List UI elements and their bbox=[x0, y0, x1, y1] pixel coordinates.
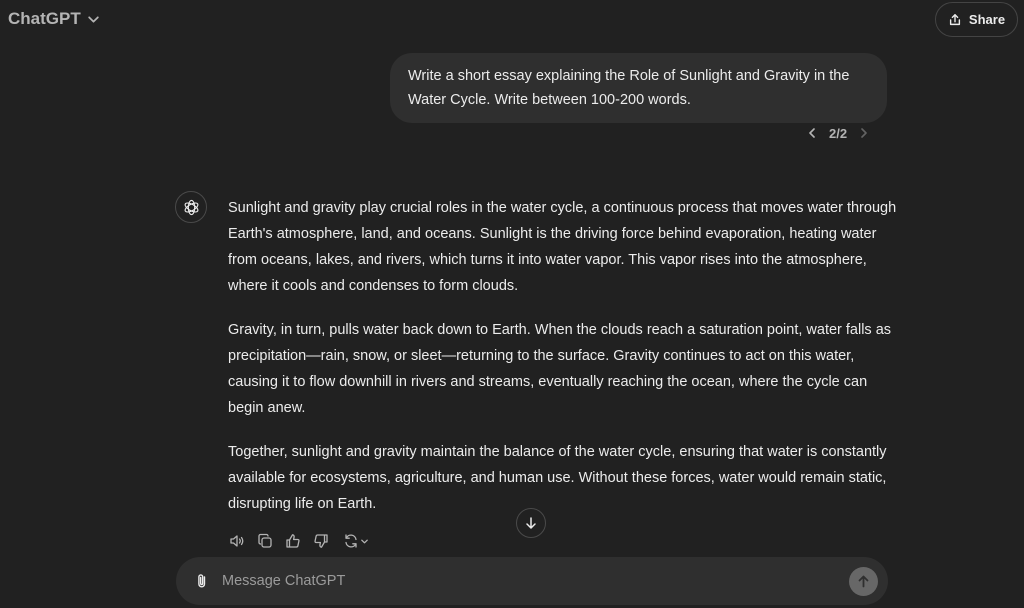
attach-button[interactable] bbox=[190, 569, 214, 593]
chevron-down-icon bbox=[361, 539, 368, 543]
read-aloud-button[interactable] bbox=[228, 532, 246, 550]
thumbs-up-button[interactable] bbox=[284, 532, 302, 550]
copy-icon bbox=[258, 533, 272, 548]
pager-label: 2/2 bbox=[829, 125, 848, 141]
previous-response-button[interactable] bbox=[805, 122, 819, 144]
model-label: ChatGPT bbox=[8, 9, 81, 28]
thumbs-up-icon bbox=[286, 534, 300, 548]
message-composer bbox=[176, 557, 888, 605]
regenerate-button[interactable] bbox=[340, 532, 372, 550]
assistant-avatar bbox=[175, 191, 207, 223]
user-message-bubble: Write a short essay explaining the Role … bbox=[390, 53, 887, 123]
chevron-left-icon bbox=[809, 128, 815, 138]
model-selector[interactable]: ChatGPT bbox=[8, 9, 100, 29]
answer-paragraph: Gravity, in turn, pulls water back down … bbox=[228, 322, 892, 416]
message-input[interactable] bbox=[222, 567, 822, 595]
chevron-down-icon bbox=[88, 15, 99, 23]
share-button[interactable]: Share bbox=[935, 2, 1018, 37]
next-response-button[interactable] bbox=[857, 122, 871, 144]
arrow-up-icon bbox=[858, 575, 869, 588]
share-label: Share bbox=[968, 12, 1006, 27]
paperclip-icon bbox=[198, 574, 206, 588]
arrow-down-icon bbox=[526, 517, 536, 529]
assistant-message: Sunlight and gravity play crucial roles … bbox=[228, 195, 898, 535]
thumbs-down-icon bbox=[314, 534, 328, 548]
chat-app: ChatGPT Share Write a short essay explai… bbox=[0, 0, 1024, 608]
message-actions bbox=[228, 532, 372, 550]
regenerate-icon bbox=[345, 534, 357, 548]
copy-button[interactable] bbox=[256, 532, 274, 550]
share-icon bbox=[949, 13, 960, 25]
read-aloud-icon bbox=[230, 535, 244, 547]
chevron-right-icon bbox=[861, 128, 867, 138]
answer-paragraph: Together, sunlight and gravity maintain … bbox=[228, 444, 887, 512]
answer-paragraph: Sunlight and gravity play crucial roles … bbox=[228, 200, 897, 294]
scroll-to-bottom-button[interactable] bbox=[516, 508, 546, 538]
thumbs-down-button[interactable] bbox=[312, 532, 330, 550]
send-button[interactable] bbox=[849, 567, 878, 596]
openai-logo-icon bbox=[184, 199, 198, 215]
user-message-text: Write a short essay explaining the Role … bbox=[408, 68, 850, 108]
response-pager: 2/2 bbox=[805, 122, 871, 144]
